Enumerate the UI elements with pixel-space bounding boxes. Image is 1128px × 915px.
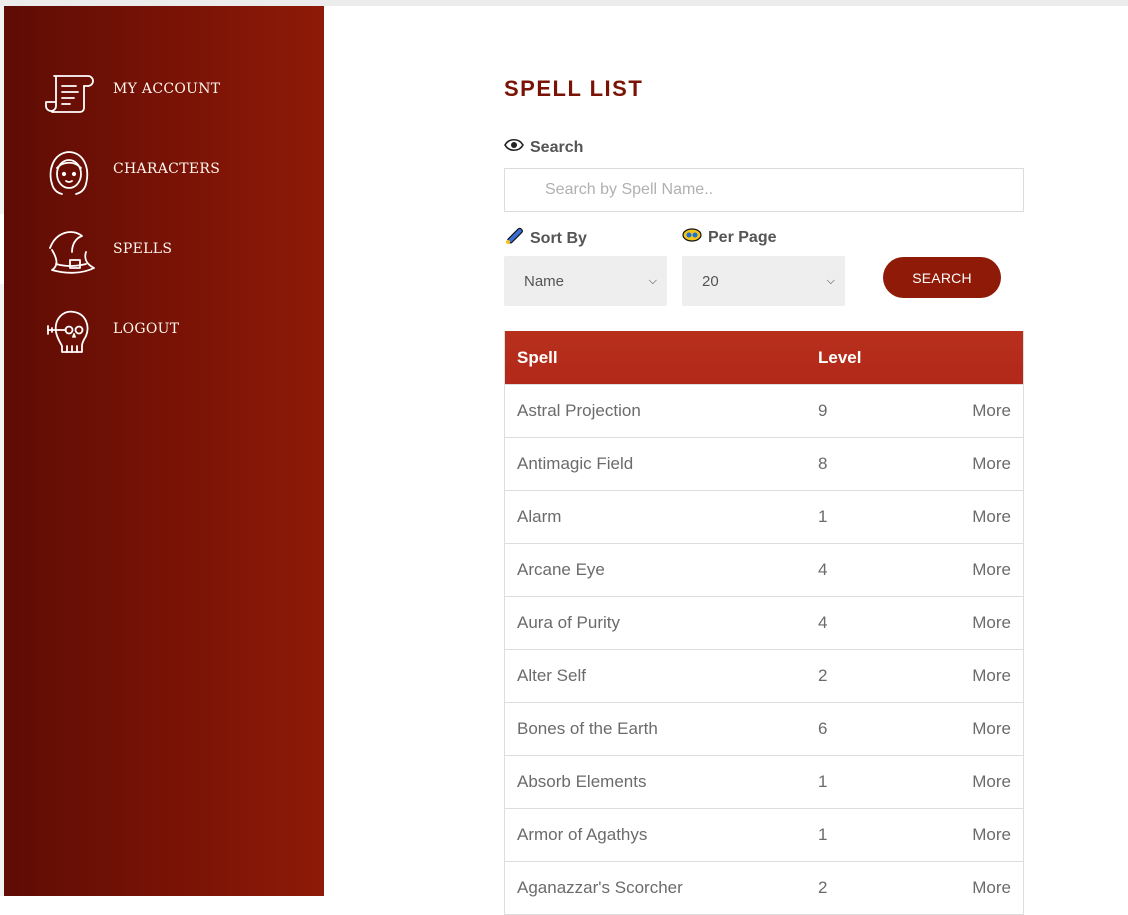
spell-level: 4 bbox=[818, 613, 828, 632]
sidebar-item-logout[interactable]: LOGOUT bbox=[4, 294, 324, 364]
search-input[interactable] bbox=[504, 168, 1024, 212]
table-row: Absorb Elements 1 More bbox=[505, 755, 1023, 808]
column-header-spell: Spell bbox=[517, 347, 558, 367]
table-row: Bones of the Earth 6 More bbox=[505, 702, 1023, 755]
chevron-down-icon: ⌵ bbox=[648, 274, 657, 287]
sidebar-item-characters[interactable]: CHARACTERS bbox=[4, 134, 324, 204]
more-link[interactable]: More bbox=[972, 507, 1011, 527]
per-page-value: 20 bbox=[702, 272, 719, 290]
spell-name: Aura of Purity bbox=[517, 613, 620, 632]
table-header: Spell Level bbox=[505, 331, 1023, 384]
more-link[interactable]: More bbox=[972, 560, 1011, 580]
sidebar: MY ACCOUNT CHARACTERS SPELLS LOGOUT bbox=[0, 6, 324, 896]
wand-icon bbox=[504, 227, 524, 250]
spell-name: Aganazzar's Scorcher bbox=[517, 878, 683, 897]
spell-table: Spell Level Astral Projection 9 More Antima… bbox=[504, 331, 1024, 915]
more-link[interactable]: More bbox=[972, 772, 1011, 792]
spell-name: Alter Self bbox=[517, 666, 586, 685]
spell-level: 8 bbox=[818, 454, 828, 473]
spell-name: Arcane Eye bbox=[517, 560, 605, 579]
spell-name: Astral Projection bbox=[517, 401, 641, 420]
table-row: Alter Self 2 More bbox=[505, 649, 1023, 702]
eye-icon bbox=[504, 138, 524, 157]
table-row: Armor of Agathys 1 More bbox=[505, 808, 1023, 861]
table-row: Arcane Eye 4 More bbox=[505, 543, 1023, 596]
chevron-down-icon: ⌵ bbox=[826, 274, 835, 287]
sidebar-item-label: MY ACCOUNT bbox=[113, 81, 221, 97]
wizard-hat-icon bbox=[42, 224, 96, 278]
skull-key-icon bbox=[42, 304, 96, 358]
spell-name: Alarm bbox=[517, 507, 562, 526]
scroll-icon bbox=[42, 64, 96, 118]
per-page-label-text: Per Page bbox=[708, 228, 777, 246]
more-link[interactable]: More bbox=[972, 825, 1011, 845]
table-row: Antimagic Field 8 More bbox=[505, 437, 1023, 490]
sort-by-value: Name bbox=[524, 272, 565, 290]
more-link[interactable]: More bbox=[972, 878, 1011, 898]
spell-level: 4 bbox=[818, 560, 828, 579]
sidebar-item-my-account[interactable]: MY ACCOUNT bbox=[4, 54, 324, 124]
more-link[interactable]: More bbox=[972, 401, 1011, 421]
spell-level: 2 bbox=[818, 666, 828, 685]
character-face-icon bbox=[42, 144, 96, 198]
sidebar-item-label: LOGOUT bbox=[113, 321, 180, 337]
sort-by-select[interactable]: Name ⌵ bbox=[504, 256, 667, 306]
eye-mask-icon bbox=[682, 227, 702, 248]
spell-name: Antimagic Field bbox=[517, 454, 634, 473]
spell-level: 9 bbox=[818, 401, 828, 420]
page-title: SPELL LIST bbox=[504, 76, 644, 101]
more-link[interactable]: More bbox=[972, 719, 1011, 739]
table-row: Aura of Purity 4 More bbox=[505, 596, 1023, 649]
spell-level: 2 bbox=[818, 878, 828, 897]
spell-name: Absorb Elements bbox=[517, 772, 647, 791]
search-label: Search bbox=[504, 138, 583, 157]
more-link[interactable]: More bbox=[972, 666, 1011, 686]
sort-by-label: Sort By bbox=[504, 227, 587, 250]
spell-name: Bones of the Earth bbox=[517, 719, 658, 738]
table-row: Alarm 1 More bbox=[505, 490, 1023, 543]
spell-name: Armor of Agathys bbox=[517, 825, 648, 844]
table-row: Aganazzar's Scorcher 2 More bbox=[505, 861, 1023, 914]
column-header-level: Level bbox=[818, 347, 862, 367]
spell-level: 1 bbox=[818, 772, 828, 791]
sort-by-label-text: Sort By bbox=[530, 229, 587, 247]
table-row: Astral Projection 9 More bbox=[505, 384, 1023, 437]
sidebar-item-label: CHARACTERS bbox=[113, 161, 221, 177]
table-body: Astral Projection 9 More Antimagic Field 8 Mo… bbox=[505, 384, 1023, 914]
more-link[interactable]: More bbox=[972, 454, 1011, 474]
per-page-select[interactable]: 20 ⌵ bbox=[682, 256, 845, 306]
more-link[interactable]: More bbox=[972, 613, 1011, 633]
spell-level: 1 bbox=[818, 507, 828, 526]
search-button[interactable]: SEARCH bbox=[883, 257, 1001, 298]
spell-level: 1 bbox=[818, 825, 828, 844]
sidebar-item-spells[interactable]: SPELLS bbox=[0, 214, 324, 284]
spell-level: 6 bbox=[818, 719, 828, 738]
per-page-label: Per Page bbox=[682, 227, 776, 248]
sidebar-item-label: SPELLS bbox=[113, 241, 173, 257]
search-label-text: Search bbox=[530, 138, 584, 156]
